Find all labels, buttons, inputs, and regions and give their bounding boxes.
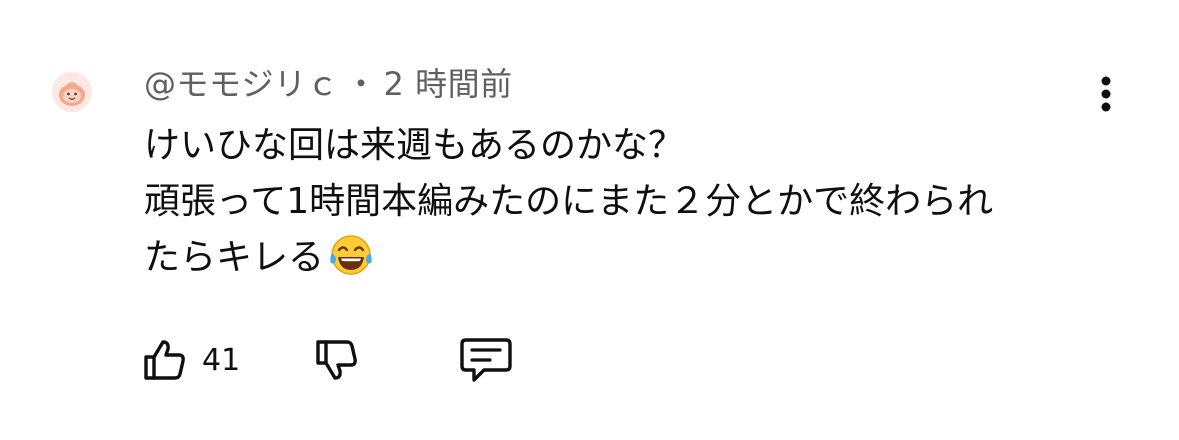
more-options-button[interactable]	[1082, 66, 1130, 122]
thumbs-up-icon	[144, 340, 185, 380]
comment-timestamp[interactable]: 2 時間前	[384, 59, 513, 105]
meta-separator: ・	[345, 65, 378, 103]
like-button[interactable]: 41	[140, 330, 240, 390]
comment-text: けいひな回は来週もあるのかな？ 頑張って1時間本編みたのにまた２分とかで終わられ…	[144, 118, 1104, 286]
author-name[interactable]: @モモジリｃ	[144, 59, 339, 105]
comment-text-line-1: けいひな回は来週もあるのかな？	[144, 125, 685, 166]
comment-bubble-icon	[460, 338, 512, 382]
comment-text-line-3-wrap: たらキレる	[144, 230, 1104, 286]
reply-button[interactable]	[458, 330, 514, 390]
like-count: 41	[202, 342, 241, 378]
comment-text-line-3: たらキレる	[144, 237, 325, 278]
avatar-image	[52, 72, 92, 112]
dislike-button[interactable]	[312, 330, 360, 390]
thumbs-down-icon	[316, 340, 357, 380]
comment-header: @モモジリｃ ・ 2 時間前	[144, 58, 513, 106]
avatar[interactable]	[52, 72, 92, 112]
tears-of-joy-emoji-icon	[328, 233, 374, 294]
more-vert-icon	[1101, 76, 1111, 112]
comment-text-line-2: 頑張って1時間本編みたのにまた２分とかで終わられ	[144, 181, 994, 222]
comment-thread: @モモジリｃ ・ 2 時間前 けいひな回は来週もあるのかな？ 頑張って1時間本編…	[0, 0, 1179, 440]
